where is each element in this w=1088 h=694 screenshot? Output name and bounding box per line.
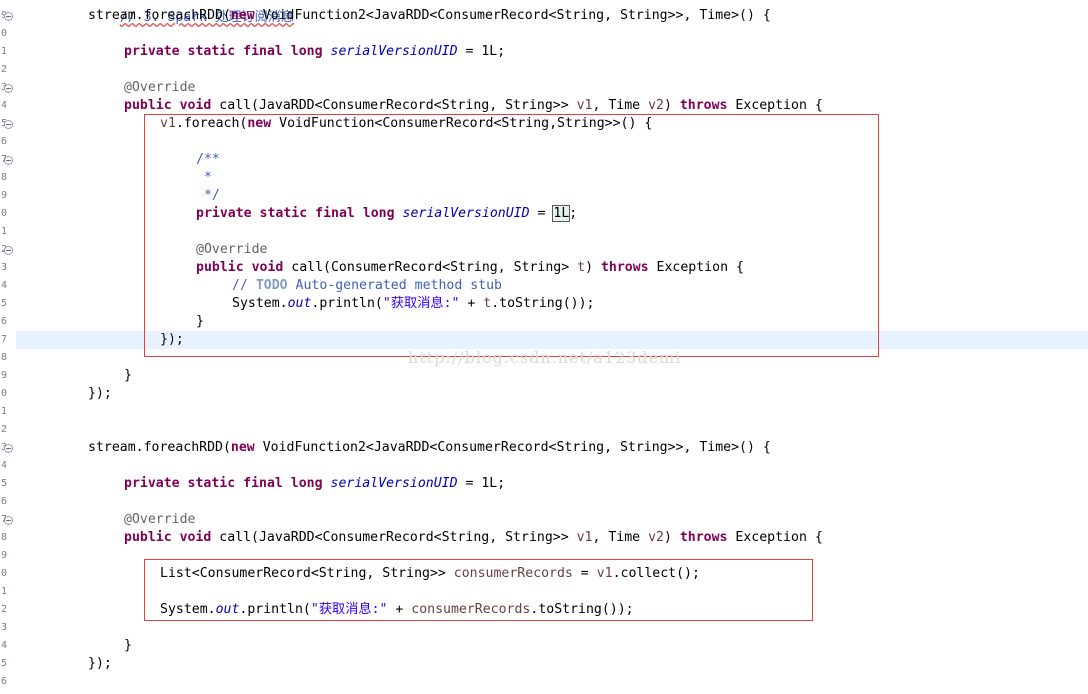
- line-number-gutter: 9 0 1 2 3 4 5 6 7 8 9 0 1 2 3 4 5 6 7 8 …: [0, 0, 14, 694]
- fold-collapse-icon[interactable]: [4, 444, 13, 453]
- code-line[interactable]: });: [88, 385, 112, 403]
- code-editor[interactable]: 9 0 1 2 3 4 5 6 7 8 9 0 1 2 3 4 5 6 7 8 …: [0, 0, 1088, 694]
- line-number: 9: [0, 370, 7, 381]
- line-number: 8: [0, 172, 7, 183]
- line-number: 6: [0, 676, 7, 687]
- watermark: http://blog.csdn.net/a123demi: [408, 348, 682, 367]
- todo-marker: TODO: [255, 278, 288, 293]
- fold-collapse-icon[interactable]: [4, 84, 13, 93]
- code-line[interactable]: });: [160, 331, 184, 349]
- line-number: 4: [0, 460, 7, 471]
- highlight-box-foreach: [144, 114, 879, 357]
- annotation: @Override: [196, 242, 268, 257]
- line-number: 0: [0, 28, 7, 39]
- code-line[interactable]: private static final long serialVersionU…: [196, 205, 577, 223]
- code-line[interactable]: System.out.println("获取消息:" + consumerRec…: [160, 601, 634, 619]
- code-line[interactable]: */: [196, 187, 220, 205]
- annotation: @Override: [124, 512, 196, 527]
- code-line[interactable]: *: [196, 169, 212, 187]
- line-number: 9: [0, 550, 7, 561]
- line-number: 5: [0, 658, 7, 669]
- code-line[interactable]: public void call(JavaRDD<ConsumerRecord<…: [124, 529, 823, 547]
- code-line[interactable]: @Override: [196, 241, 267, 259]
- line-number: 1: [0, 406, 7, 417]
- code-line[interactable]: @Override: [124, 511, 195, 529]
- line-number: 3: [0, 262, 7, 273]
- line-number: 6: [0, 496, 7, 507]
- annotation: @Override: [124, 80, 196, 95]
- line-number: 6: [0, 136, 7, 147]
- code-line[interactable]: // TODO Auto-generated method stub: [232, 277, 502, 295]
- line-number: 5: [0, 478, 7, 489]
- code-line[interactable]: stream.foreachRDD(new VoidFunction2<Java…: [88, 7, 771, 25]
- line-number: 7: [0, 334, 7, 345]
- line-number: 2: [0, 604, 7, 615]
- line-number: 2: [0, 424, 7, 435]
- code-line[interactable]: private static final long serialVersionU…: [124, 475, 505, 493]
- line-number: 1: [0, 226, 7, 237]
- code-line[interactable]: public void call(JavaRDD<ConsumerRecord<…: [124, 97, 823, 115]
- code-line[interactable]: public void call(ConsumerRecord<String, …: [196, 259, 744, 277]
- code-line[interactable]: }: [124, 637, 132, 655]
- code-line[interactable]: @Override: [124, 79, 195, 97]
- code-line[interactable]: v1.foreach(new VoidFunction<ConsumerReco…: [160, 115, 652, 133]
- line-number: 5: [0, 298, 7, 309]
- line-number: 8: [0, 352, 7, 363]
- line-number: 8: [0, 532, 7, 543]
- fold-collapse-icon[interactable]: [4, 516, 13, 525]
- code-line[interactable]: List<ConsumerRecord<String, String>> con…: [160, 565, 700, 583]
- line-number: 0: [0, 568, 7, 579]
- code-line[interactable]: private static final long serialVersionU…: [124, 43, 505, 61]
- line-number: 4: [0, 100, 7, 111]
- line-number: 9: [0, 190, 7, 201]
- fold-collapse-icon[interactable]: [4, 156, 13, 165]
- line-number: 1: [0, 46, 7, 57]
- line-number: 0: [0, 208, 7, 219]
- line-number: 4: [0, 280, 7, 291]
- fold-collapse-icon[interactable]: [4, 12, 13, 21]
- line-number: 0: [0, 388, 7, 399]
- line-number: 3: [0, 622, 7, 633]
- code-line[interactable]: }: [124, 367, 132, 385]
- code-line[interactable]: });: [88, 655, 112, 673]
- line-number: 4: [0, 640, 7, 651]
- code-line[interactable]: System.out.println("获取消息:" + t.toString(…: [232, 295, 594, 313]
- line-number: 2: [0, 64, 7, 75]
- code-line[interactable]: /**: [196, 151, 220, 169]
- code-line[interactable]: }: [196, 313, 204, 331]
- line-number: 6: [0, 316, 7, 327]
- selected-literal[interactable]: 1L: [552, 205, 571, 222]
- fold-collapse-icon[interactable]: [4, 246, 13, 255]
- code-line[interactable]: stream.foreachRDD(new VoidFunction2<Java…: [88, 439, 771, 457]
- line-number: 1: [0, 586, 7, 597]
- fold-collapse-icon[interactable]: [4, 120, 13, 129]
